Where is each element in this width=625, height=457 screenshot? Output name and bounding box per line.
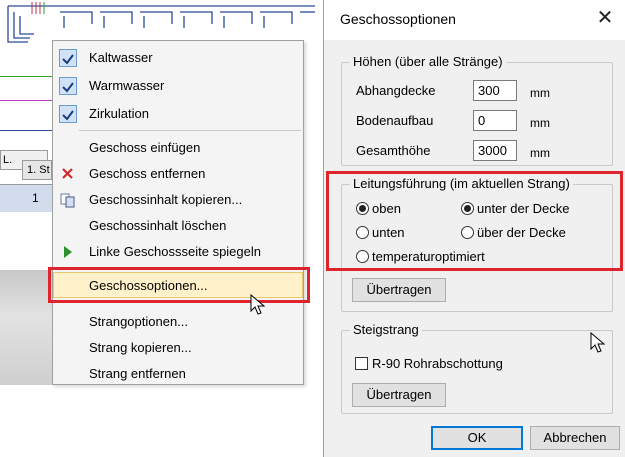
routing-apply-button[interactable]: Übertragen xyxy=(352,278,446,302)
menu-item-label: Geschossinhalt kopieren... xyxy=(89,192,243,207)
bodenaufbau-field[interactable] xyxy=(473,110,517,131)
r90-checkbox-label: R-90 Rohrabschottung xyxy=(372,356,503,371)
highlight-frame xyxy=(48,267,310,303)
menu-item-label: Zirkulation xyxy=(89,106,149,121)
menu-separator xyxy=(79,130,301,131)
gesamthoehe-label: Gesamthöhe xyxy=(356,143,431,158)
delete-x-icon xyxy=(59,165,77,183)
menu-item-label: Strangoptionen... xyxy=(89,314,189,329)
ok-button[interactable]: OK xyxy=(431,426,523,450)
copy-icon xyxy=(59,191,77,209)
riser-apply-button[interactable]: Übertragen xyxy=(352,383,446,407)
gray-panel xyxy=(0,270,52,385)
riser-group-legend: Steigstrang xyxy=(350,322,422,337)
unit-label: mm xyxy=(530,146,550,160)
mouse-cursor-icon xyxy=(590,332,606,353)
dialog-titlebar[interactable]: Geschossoptionen ✕ xyxy=(324,0,625,40)
cancel-button[interactable]: Abbrechen xyxy=(530,426,620,450)
riser-tab[interactable]: 1. St xyxy=(22,160,52,180)
menu-item-strang-entfernen[interactable]: Strang entfernen xyxy=(53,361,303,387)
menu-item-label: Kaltwasser xyxy=(89,50,153,65)
menu-item-geschoss-entfernen[interactable]: Geschoss entfernen xyxy=(53,161,303,187)
storey-row[interactable]: 1 xyxy=(0,184,52,212)
check-icon xyxy=(59,105,77,123)
dialog-title: Geschossoptionen xyxy=(340,11,456,27)
green-pipe-line xyxy=(0,76,52,77)
menu-item-zirkulation[interactable]: Zirkulation xyxy=(53,101,303,127)
menu-item-label: Linke Geschossseite spiegeln xyxy=(89,244,261,259)
menu-item-linke-seite-spiegeln[interactable]: Linke Geschossseite spiegeln xyxy=(53,239,303,265)
highlight-frame xyxy=(326,171,623,271)
check-icon xyxy=(59,77,77,95)
bodenaufbau-label: Bodenaufbau xyxy=(356,113,434,128)
purple-pipe-line xyxy=(0,100,52,101)
close-icon[interactable]: ✕ xyxy=(592,5,618,31)
menu-item-label: Warmwasser xyxy=(89,78,165,93)
unit-label: mm xyxy=(530,116,550,130)
menu-item-geschoss-einfuegen[interactable]: Geschoss einfügen xyxy=(53,135,303,161)
canvas-area xyxy=(0,212,52,272)
checkbox xyxy=(355,357,368,370)
menu-item-geschossinhalt-loeschen[interactable]: Geschossinhalt löschen xyxy=(53,213,303,239)
menu-item-kaltwasser[interactable]: Kaltwasser xyxy=(53,45,303,71)
menu-item-label: Geschoss entfernen xyxy=(89,166,206,181)
context-menu: Kaltwasser Warmwasser Zirkulation Gescho… xyxy=(52,40,304,385)
abhangdecke-label: Abhangdecke xyxy=(356,83,436,98)
mouse-cursor-icon xyxy=(250,294,266,315)
menu-item-label: Strang kopieren... xyxy=(89,340,192,355)
unit-label: mm xyxy=(530,86,550,100)
gesamthoehe-field[interactable] xyxy=(473,140,517,161)
play-arrow-icon xyxy=(59,243,77,261)
menu-item-label: Strang entfernen xyxy=(89,366,186,381)
abhangdecke-field[interactable] xyxy=(473,80,517,101)
menu-item-warmwasser[interactable]: Warmwasser xyxy=(53,73,303,99)
green-pipe-line xyxy=(0,130,52,131)
menu-item-label: Geschossinhalt löschen xyxy=(89,218,227,233)
menu-item-label: Geschoss einfügen xyxy=(89,140,201,155)
heights-group-legend: Höhen (über alle Stränge) xyxy=(350,54,506,69)
menu-item-geschossinhalt-kopieren[interactable]: Geschossinhalt kopieren... xyxy=(53,187,303,213)
menu-item-strang-kopieren[interactable]: Strang kopieren... xyxy=(53,335,303,361)
r90-checkbox[interactable]: R-90 Rohrabschottung xyxy=(355,356,503,372)
check-icon xyxy=(59,49,77,67)
